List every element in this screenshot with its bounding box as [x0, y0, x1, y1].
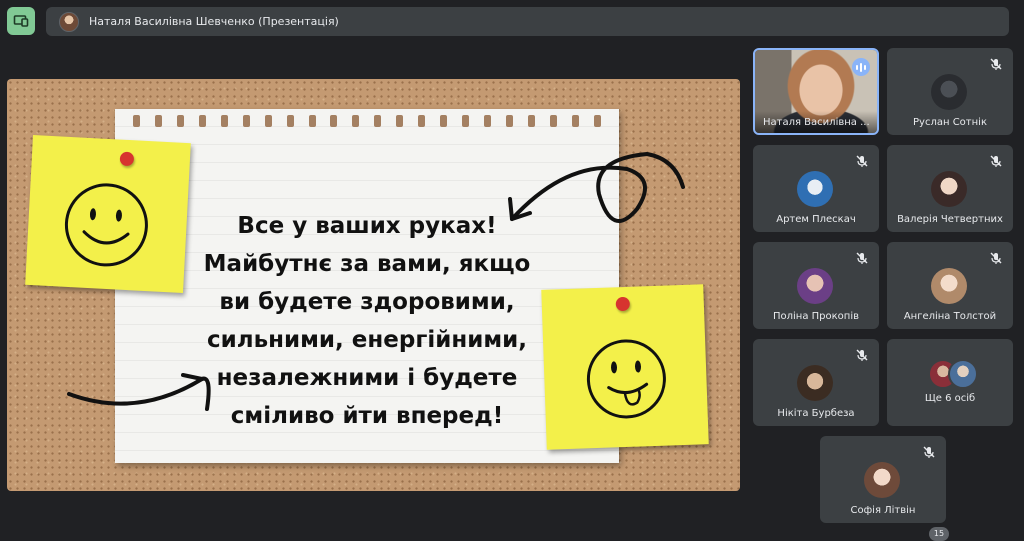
avatar: [797, 365, 833, 401]
participant-name: Софія Літвін: [850, 505, 916, 516]
presentation-title-bar[interactable]: Наталя Василівна Шевченко (Презентація): [46, 7, 1009, 36]
mic-off-icon: [856, 155, 868, 167]
mic-off-icon: [923, 446, 935, 458]
present-screen-icon: [13, 15, 29, 27]
participant-name: Ангеліна Толстой: [903, 311, 997, 322]
participant-name: Поліна Прокопів: [772, 311, 859, 322]
participant-tile[interactable]: Софія Літвін: [820, 436, 946, 523]
more-participants-avatars: [928, 359, 978, 389]
avatar: [948, 359, 978, 389]
avatar: [797, 268, 833, 304]
more-participants-tile[interactable]: Ще 6 осіб: [887, 339, 1013, 426]
avatar: [931, 74, 967, 110]
participant-tile[interactable]: Нікіта Бурбеза: [753, 339, 879, 426]
avatar: [864, 462, 900, 498]
participant-count-badge[interactable]: 15: [929, 527, 949, 541]
avatar: [797, 171, 833, 207]
mic-off-icon: [856, 252, 868, 264]
mic-off-icon: [856, 349, 868, 361]
mic-off-icon: [990, 252, 1002, 264]
presenter-avatar: [59, 11, 79, 32]
participant-name: Нікіта Бурбеза: [777, 408, 855, 419]
participant-tile[interactable]: Валерія Четвертних: [887, 145, 1013, 232]
participant-tile[interactable]: Ангеліна Толстой: [887, 242, 1013, 329]
arrows-decoration: [67, 151, 685, 411]
presentation-stage: Все у ваших руках! Майбутнє за вами, якщ…: [7, 79, 740, 491]
participant-name: Наталя Василівна ...: [755, 111, 877, 133]
participant-name: Валерія Четвертних: [897, 214, 1003, 225]
more-participants-label: Ще 6 осіб: [924, 393, 976, 404]
mic-off-icon: [990, 155, 1002, 167]
participant-tile[interactable]: Руслан Сотнік: [887, 48, 1013, 135]
avatar: [931, 268, 967, 304]
top-bar: Наталя Василівна Шевченко (Презентація): [0, 0, 1024, 44]
participant-name: Руслан Сотнік: [913, 117, 987, 128]
presentation-title: Наталя Василівна Шевченко (Презентація): [89, 15, 339, 28]
participant-tile-speaker[interactable]: Наталя Василівна ...: [753, 48, 879, 135]
participant-tile[interactable]: Поліна Прокопів: [753, 242, 879, 329]
speaking-indicator-icon: [852, 58, 870, 76]
mic-off-icon: [990, 58, 1002, 70]
participant-tile[interactable]: Артем Плескач: [753, 145, 879, 232]
avatar: [931, 171, 967, 207]
present-screen-button[interactable]: [7, 7, 35, 35]
participant-name: Артем Плескач: [776, 214, 856, 225]
